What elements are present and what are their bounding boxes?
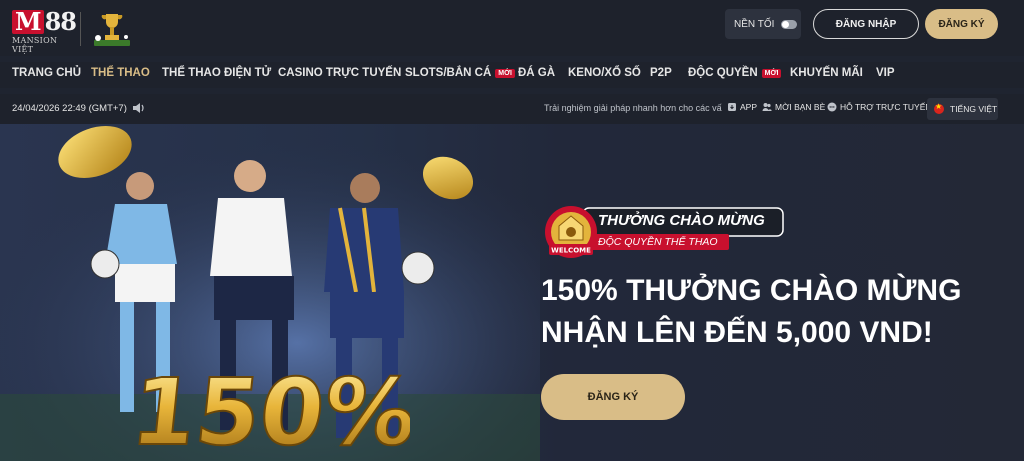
top-header: M 88 MANSION VIỆT NỀN TỐI ĐĂNG NHẬP ĐĂNG … <box>0 0 1024 56</box>
register-button[interactable]: ĐĂNG KÝ <box>925 9 998 39</box>
nav-item-slots[interactable]: SLOTS/BẮN CÁ MỚI <box>405 67 515 79</box>
headline-line-1: 150% THƯỞNG CHÀO MỪNG <box>541 274 962 307</box>
m88-logo[interactable]: M 88 MANSION VIỆT <box>12 7 78 54</box>
login-button[interactable]: ĐĂNG NHẬP <box>813 9 919 39</box>
promo-150-percent-graphic: 150% <box>130 357 410 456</box>
nav-item-trang-chu[interactable]: TRANG CHỦ <box>12 67 81 79</box>
nav-item-da-ga[interactable]: ĐÁ GÀ <box>518 67 555 79</box>
toggle-switch-icon[interactable] <box>781 19 798 29</box>
nav-item-doc-quyen[interactable]: ĐỘC QUYỀN MỚI <box>688 67 782 79</box>
vietnam-flag-icon <box>934 102 944 114</box>
nav-item-khuyen-mai[interactable]: KHUYẾN MÃI <box>790 67 863 79</box>
announcement-marquee: Trải nghiệm giải pháp nhanh hơn cho các … <box>544 103 722 113</box>
welcome-badge-title: THƯỞNG CHÀO MỪNG <box>598 212 765 229</box>
nav-item-keno[interactable]: KENO/XỔ SỐ <box>568 67 641 79</box>
logo-mark: M <box>12 10 44 34</box>
chat-support-icon <box>827 102 837 112</box>
trophy-icon <box>94 14 130 46</box>
welcome-badge-subtitle: ĐỘC QUYỀN THỂ THAO <box>598 236 718 248</box>
hero-headline: 150% THƯỞNG CHÀO MỪNG NHẬN LÊN ĐẾN 5,000… <box>541 270 961 354</box>
promo-number-text: 150% <box>130 358 410 456</box>
nav-item-the-thao[interactable]: THỂ THAO <box>91 67 150 79</box>
nav-item-casino[interactable]: CASINO TRỰC TUYẾN <box>278 67 401 79</box>
new-badge: MỚI <box>761 68 782 78</box>
new-badge: MỚI <box>495 68 515 78</box>
hero-banner: 150% WELCOME THƯỞNG CHÀO MỪNG ĐỘC QUYỀN … <box>0 124 1024 461</box>
dark-mode-label: NỀN TỐI <box>734 18 775 30</box>
language-selector[interactable]: TIẾNG VIỆT <box>927 98 998 120</box>
nav-item-the-thao-dien-tu[interactable]: THỂ THAO ĐIỆN TỬ <box>162 67 271 79</box>
info-bar: 24/04/2026 22:49 (GMT+7) Trải nghiệm giả… <box>0 94 1024 124</box>
welcome-stamp-text: WELCOME <box>551 247 591 255</box>
refer-friends-link[interactable]: MỜI BẠN BÈ <box>762 102 825 112</box>
announcement-speaker-icon[interactable] <box>132 101 146 115</box>
app-link[interactable]: APP <box>727 102 757 112</box>
nav-item-vip[interactable]: VIP <box>876 67 895 79</box>
logo-divider <box>80 12 81 46</box>
nav-item-p2p[interactable]: P2P <box>650 67 672 79</box>
app-download-icon <box>728 103 736 111</box>
logo-text: 88 <box>44 7 77 36</box>
main-nav: TRANG CHỦ THỂ THAO THỂ THAO ĐIỆN TỬ CASI… <box>0 62 1024 88</box>
headline-line-2: NHẬN LÊN ĐẾN 5,000 VND! <box>541 316 933 349</box>
logo-subtitle: MANSION VIỆT <box>12 36 58 54</box>
live-support-link[interactable]: HỖ TRỢ TRỰC TUYẾN <box>827 102 932 112</box>
hero-register-button[interactable]: ĐĂNG KÝ <box>541 374 685 420</box>
datetime: 24/04/2026 22:49 (GMT+7) <box>12 103 127 114</box>
users-icon <box>762 103 772 111</box>
dark-mode-toggle[interactable]: NỀN TỐI <box>725 9 801 39</box>
